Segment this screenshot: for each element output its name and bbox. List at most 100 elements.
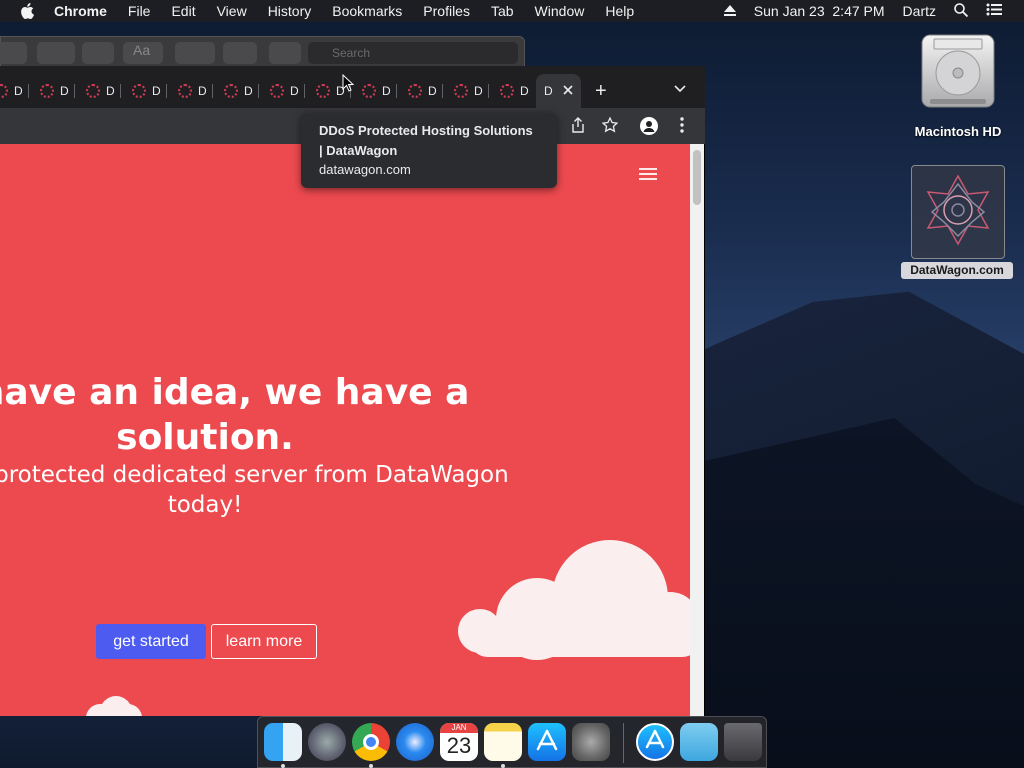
hamburger-menu-icon[interactable] [639, 168, 657, 183]
tab-label: D [474, 84, 483, 98]
tab-label: D [428, 84, 437, 98]
dock: JAN 23 [257, 716, 767, 768]
tab-label: D [198, 84, 207, 98]
tab-label: D [520, 84, 529, 98]
menu-bookmarks[interactable]: Bookmarks [332, 3, 402, 19]
tab-favicon-icon [408, 84, 422, 98]
tab[interactable]: D [500, 78, 529, 104]
menu-profiles[interactable]: Profiles [423, 3, 470, 19]
tab[interactable]: D [178, 78, 213, 104]
hero-subheadline: a DDoS protected dedicated server from D… [0, 462, 509, 518]
datawagon-file-label[interactable]: DataWagon.com [901, 262, 1013, 279]
menu-bar: Chrome File Edit View History Bookmarks … [0, 0, 1024, 22]
tab[interactable]: D [40, 78, 75, 104]
get-started-button[interactable]: get started [96, 624, 206, 659]
active-tab-label: D [544, 84, 553, 98]
table-button[interactable] [37, 42, 75, 64]
share-button[interactable] [269, 42, 301, 64]
tab-favicon-icon [178, 84, 192, 98]
spotlight-icon[interactable] [954, 2, 969, 20]
calendar-icon[interactable]: JAN 23 [440, 723, 478, 761]
apple-menu-icon[interactable] [20, 3, 38, 19]
bg-search-placeholder: Search [332, 46, 371, 60]
tab-favicon-icon [316, 84, 330, 98]
tab-label: D [14, 84, 23, 98]
menu-help[interactable]: Help [605, 3, 634, 19]
tab-search-chevron-icon[interactable] [674, 80, 686, 96]
tab-hover-tooltip: DDoS Protected Hosting Solutions | DataW… [301, 113, 557, 188]
tab-label: D [60, 84, 69, 98]
tab-label: D [106, 84, 115, 98]
notes-icon[interactable] [484, 723, 522, 761]
bg-search-input[interactable]: Search [308, 42, 518, 64]
profile-avatar-icon[interactable] [640, 117, 658, 135]
bookmark-star-icon[interactable] [601, 116, 619, 137]
tab-label: D [152, 84, 161, 98]
collaborate-button[interactable] [223, 42, 257, 64]
menu-view[interactable]: View [217, 3, 247, 19]
menu-window[interactable]: Window [535, 3, 585, 19]
tab[interactable]: D [0, 78, 29, 104]
page-scrollbar[interactable] [690, 144, 704, 716]
check-button[interactable] [82, 42, 114, 64]
control-center-icon[interactable] [986, 3, 1002, 19]
tab[interactable]: D [270, 78, 305, 104]
tab[interactable]: D [86, 78, 121, 104]
active-tab[interactable]: D [536, 74, 581, 108]
menu-app-name[interactable]: Chrome [54, 3, 107, 19]
calendar-month: JAN [440, 723, 478, 733]
menu-user[interactable]: Dartz [903, 3, 936, 19]
macintosh-hd-label[interactable]: Macintosh HD [898, 124, 1018, 139]
tab-favicon-icon [0, 84, 8, 98]
learn-more-button[interactable]: learn more [211, 624, 317, 659]
font-button[interactable]: Aa [123, 42, 163, 64]
tab-favicon-icon [500, 84, 514, 98]
tab-label: D [244, 84, 253, 98]
tab-favicon-icon [362, 84, 376, 98]
lock-button[interactable] [0, 42, 27, 64]
menu-history[interactable]: History [268, 3, 312, 19]
tab[interactable]: D [224, 78, 259, 104]
menu-clock[interactable]: Sun Jan 23 2:47 PM [754, 3, 885, 19]
media-button[interactable] [175, 42, 215, 64]
downloads-folder-icon[interactable] [680, 723, 718, 761]
chrome-icon[interactable] [352, 723, 390, 761]
launchpad-icon[interactable] [308, 723, 346, 761]
tab-favicon-icon [40, 84, 54, 98]
tab[interactable]: D [132, 78, 167, 104]
close-tab-icon[interactable] [563, 84, 573, 98]
tab[interactable]: D [362, 78, 397, 104]
menu-tab[interactable]: Tab [491, 3, 514, 19]
trash-icon[interactable] [724, 723, 762, 761]
app-store-icon[interactable] [528, 723, 566, 761]
tooltip-url: datawagon.com [319, 162, 411, 177]
finder-icon[interactable] [264, 723, 302, 761]
tab[interactable]: D [454, 78, 489, 104]
tab[interactable]: D [408, 78, 443, 104]
macintosh-hd-icon[interactable] [920, 33, 996, 111]
calendar-day: 23 [446, 733, 472, 758]
system-preferences-icon[interactable] [572, 723, 610, 761]
tab-favicon-icon [270, 84, 284, 98]
menu-file[interactable]: File [128, 3, 151, 19]
tooltip-title: DDoS Protected Hosting Solutions | DataW… [319, 123, 533, 158]
tab-favicon-icon [132, 84, 146, 98]
datawagon-file-icon[interactable] [911, 165, 1005, 259]
more-menu-icon[interactable] [680, 117, 684, 137]
tab-favicon-icon [224, 84, 238, 98]
tab-label: D [290, 84, 299, 98]
app-store-installer-icon[interactable] [636, 723, 674, 761]
scrollbar-thumb[interactable] [693, 150, 701, 205]
tab[interactable]: D [316, 78, 351, 104]
tab-label: D [382, 84, 391, 98]
hero-headline: u have an idea, we have a solution. [0, 372, 470, 458]
safari-icon[interactable] [396, 723, 434, 761]
mouse-cursor-icon [342, 73, 355, 97]
new-tab-button[interactable]: + [595, 80, 607, 103]
tab-favicon-icon [454, 84, 468, 98]
tab-favicon-icon [86, 84, 100, 98]
eject-icon[interactable] [723, 3, 736, 19]
dock-divider [623, 723, 624, 763]
share-icon[interactable] [571, 117, 585, 137]
menu-edit[interactable]: Edit [171, 3, 195, 19]
